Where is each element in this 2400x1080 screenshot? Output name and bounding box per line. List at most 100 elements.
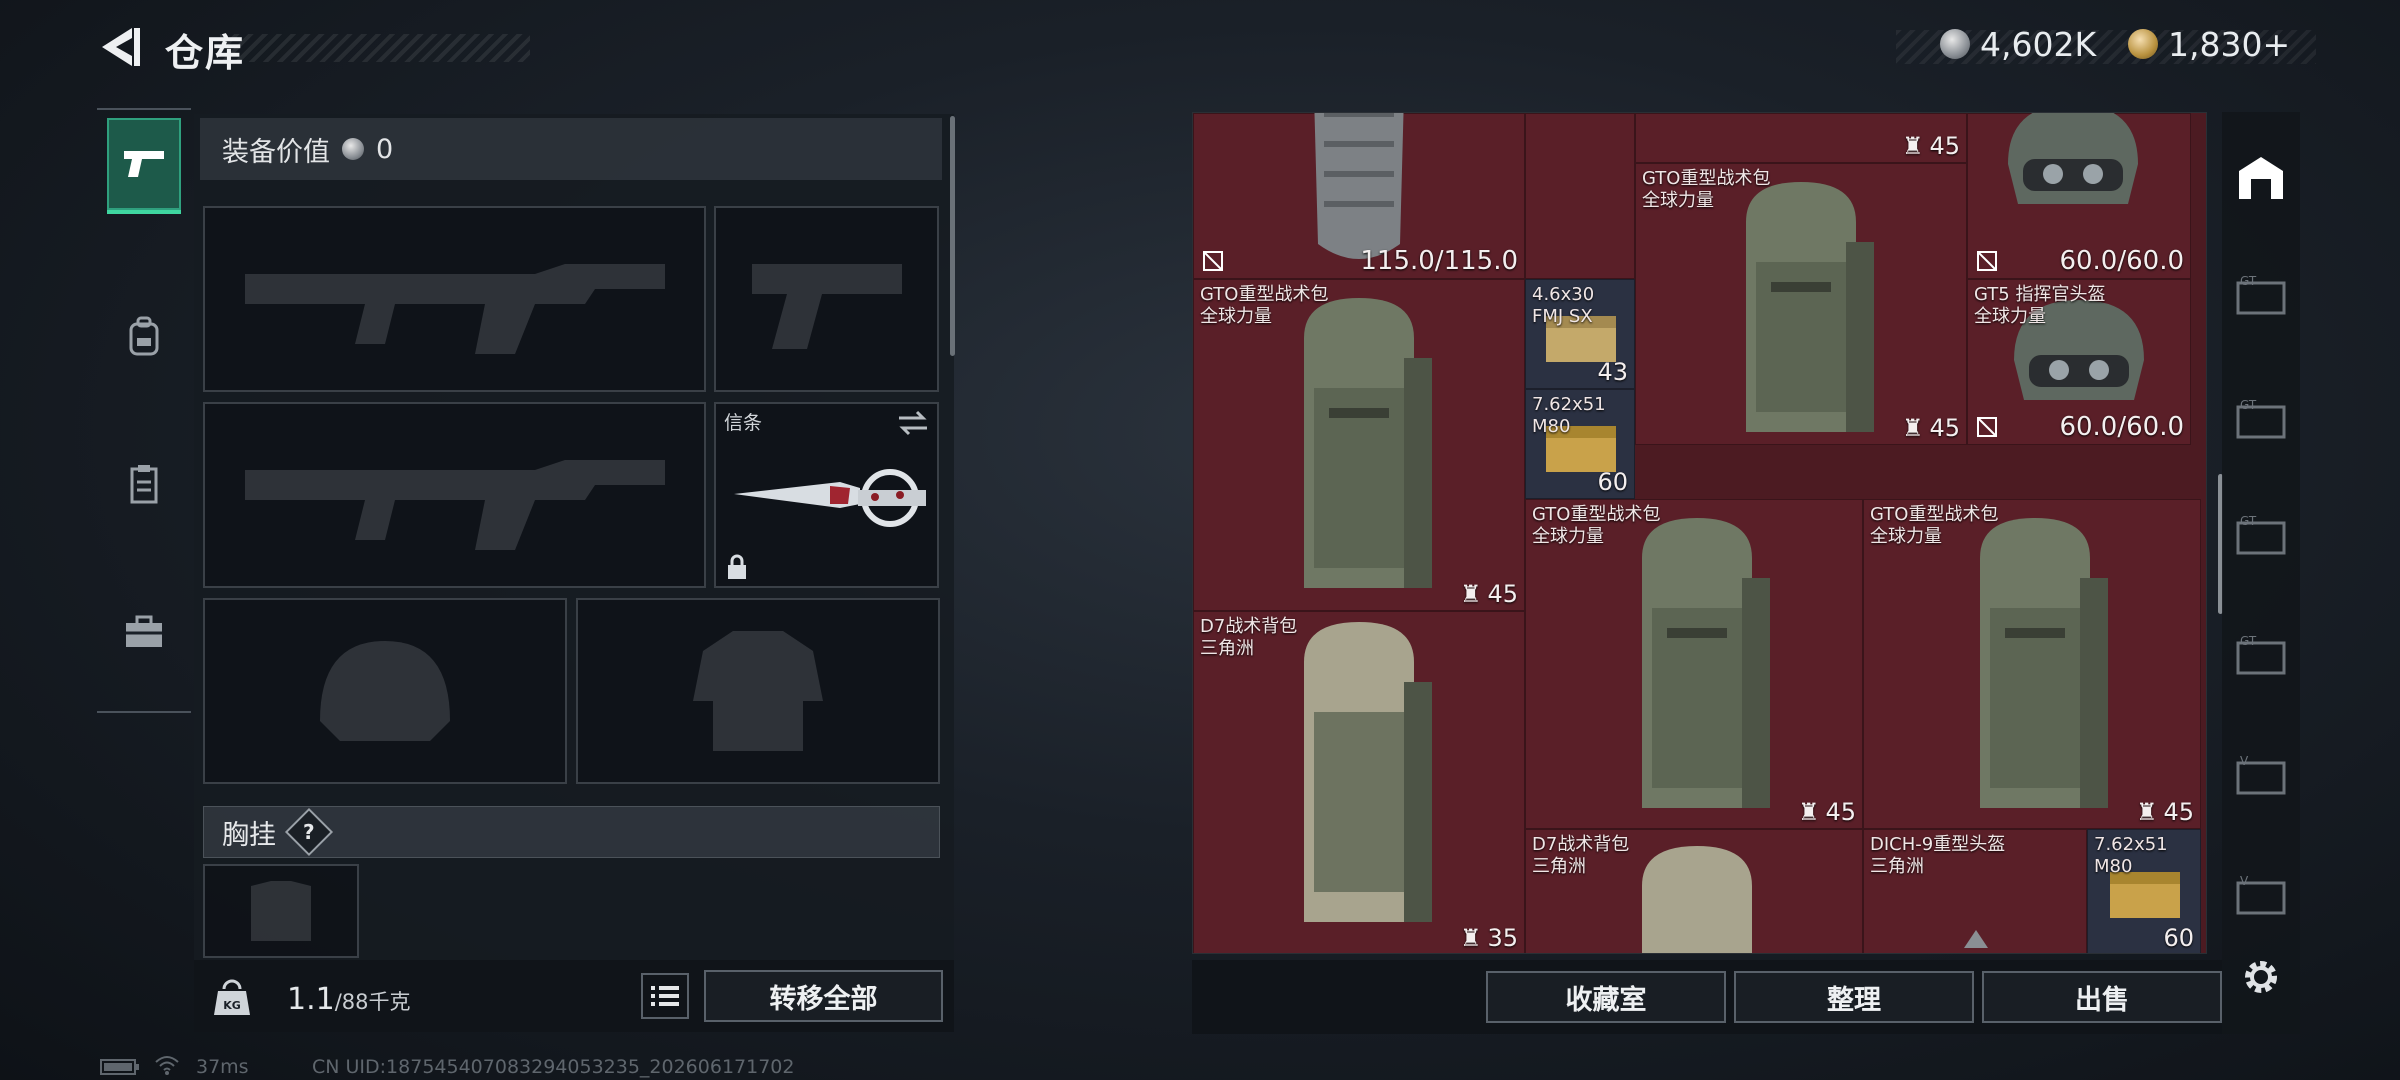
silver-currency[interactable]: 4,602K bbox=[1940, 24, 2096, 64]
backpack-icon bbox=[1642, 518, 1770, 808]
tab-weapons[interactable] bbox=[107, 118, 181, 214]
bag-capacity-icon: ♜ bbox=[1459, 924, 1482, 952]
capacity: ♜ 45 bbox=[1901, 132, 1960, 160]
title-decoration bbox=[220, 34, 530, 62]
page-title: 仓库 bbox=[165, 31, 246, 75]
grid-item-helmet-top[interactable]: 60.0/60.0 bbox=[1967, 113, 2191, 279]
clipboard-icon bbox=[130, 465, 158, 504]
grid-item-helmet-gt5[interactable]: GT5 指挥官头盔 全球力量 60.0/60.0 bbox=[1967, 279, 2191, 445]
warehouse-icon bbox=[2239, 157, 2283, 199]
durability: 115.0/115.0 bbox=[1360, 246, 1518, 276]
capacity: ♜ 45 bbox=[1901, 414, 1960, 442]
svg-text:GT: GT bbox=[2240, 634, 2257, 648]
grid-item-bag-c[interactable]: GTO重型战术包 全球力量 ♜ 45 bbox=[1525, 499, 1863, 829]
crate-icon: V bbox=[2236, 754, 2286, 795]
no-repair-icon bbox=[1977, 417, 1997, 437]
equip-value: 0 bbox=[376, 133, 394, 165]
backpack-icon bbox=[1304, 622, 1432, 922]
armor-slot[interactable] bbox=[576, 598, 940, 784]
secondary-weapon-slot[interactable] bbox=[203, 402, 706, 588]
item-name: 7.62x51 M80 bbox=[1532, 394, 1606, 437]
helmet-icon bbox=[2008, 113, 2138, 204]
capacity: ♜ 45 bbox=[1797, 798, 1856, 826]
item-name: D7战术背包 三角洲 bbox=[1532, 834, 1630, 877]
silver-amount: 4,602K bbox=[1980, 24, 2097, 64]
crate-icon: V bbox=[2236, 874, 2286, 915]
stash-page-3[interactable]: GT bbox=[2232, 506, 2290, 564]
gold-currency[interactable]: 1,830+ bbox=[2128, 24, 2290, 64]
backpack-icon bbox=[1642, 846, 1752, 953]
vest-silhouette-icon bbox=[205, 866, 357, 956]
scroll-up-icon[interactable] bbox=[1964, 930, 1988, 948]
grid-item-ammo-c[interactable]: 7.62x51 M80 60 bbox=[2087, 829, 2201, 953]
helmet-slot[interactable] bbox=[203, 598, 567, 784]
grid-item-ammo-a[interactable]: 4.6x30 FMJ SX 43 bbox=[1525, 279, 1635, 389]
helmet-silhouette-icon bbox=[205, 600, 565, 782]
pistol-silhouette-icon bbox=[716, 208, 937, 390]
list-view-button[interactable] bbox=[641, 973, 689, 1019]
item-name: GTO重型战术包 全球力量 bbox=[1642, 168, 1771, 211]
grid-item-dich-helmet[interactable]: DICH-9重型头盔 三角洲 bbox=[1863, 829, 2087, 953]
stash-home-button[interactable] bbox=[2232, 148, 2290, 206]
tab-items[interactable] bbox=[107, 586, 181, 678]
equip-value-label: 装备价值 bbox=[222, 136, 330, 168]
stash-page-2[interactable]: GT bbox=[2232, 390, 2290, 448]
bag-capacity-icon: ♜ bbox=[1797, 798, 1820, 826]
tab-gear[interactable] bbox=[107, 290, 181, 382]
item-name: GTO重型战术包 全球力量 bbox=[1532, 504, 1661, 547]
grid-item-bag-a[interactable]: GTO重型战术包 全球力量 ♜ 45 bbox=[1635, 163, 1967, 445]
ping-readout: 37ms bbox=[196, 1056, 249, 1078]
help-icon[interactable]: ? bbox=[284, 807, 334, 857]
collection-room-button[interactable]: 收藏室 bbox=[1486, 971, 1726, 1023]
durability: 60.0/60.0 bbox=[2059, 412, 2184, 442]
chest-rig-slot[interactable] bbox=[203, 864, 359, 958]
grid-item-top-bag[interactable]: ♜ 45 bbox=[1635, 113, 1967, 163]
svg-text:GT: GT bbox=[2240, 514, 2257, 528]
grid-item-d7-b[interactable]: D7战术背包 三角洲 bbox=[1525, 829, 1863, 953]
svg-text:GT: GT bbox=[2240, 274, 2257, 288]
stash-page-5[interactable]: V bbox=[2232, 746, 2290, 804]
stash-page-4[interactable]: GT bbox=[2232, 626, 2290, 684]
pistol-slot[interactable] bbox=[714, 206, 939, 392]
tab-consumables[interactable] bbox=[107, 438, 181, 530]
loadout-scrollbar[interactable] bbox=[950, 116, 955, 356]
grid-item-ammo-b[interactable]: 7.62x51 M80 60 bbox=[1525, 389, 1635, 499]
sell-button[interactable]: 出售 bbox=[1982, 971, 2222, 1023]
silver-coin-icon bbox=[1940, 29, 1970, 59]
backpack-icon bbox=[1980, 518, 2108, 808]
grid-item-vest[interactable]: 115.0/115.0 bbox=[1193, 113, 1525, 279]
weight-icon: KG bbox=[214, 979, 250, 1015]
equipment-value-bar: 装备价值 0 bbox=[200, 118, 942, 180]
rifle-silhouette-icon bbox=[205, 208, 704, 390]
item-name: 7.62x51 M80 bbox=[2094, 834, 2168, 877]
settings-button[interactable] bbox=[2232, 948, 2290, 1006]
crate-icon: GT bbox=[2236, 634, 2286, 675]
stash-page-1[interactable]: GT bbox=[2232, 266, 2290, 324]
back-button[interactable] bbox=[96, 24, 142, 70]
capacity: ♜ 35 bbox=[1459, 924, 1518, 952]
no-repair-icon bbox=[1977, 251, 1997, 271]
svg-text:KG: KG bbox=[223, 999, 241, 1012]
stack-count: 60 bbox=[1597, 468, 1628, 496]
transfer-all-button[interactable]: 转移全部 bbox=[704, 970, 943, 1022]
swap-icon[interactable] bbox=[897, 410, 929, 436]
stash-grid: 115.0/115.0 ♜ 45 60.0/60.0 GTO重型战术包 全球力量 ♜… bbox=[1192, 112, 2207, 954]
sort-button[interactable]: 整理 bbox=[1734, 971, 1974, 1023]
svg-text:V: V bbox=[2240, 754, 2249, 768]
item-name: GT5 指挥官头盔 全球力量 bbox=[1974, 284, 2106, 327]
durability: 60.0/60.0 bbox=[2059, 246, 2184, 276]
chest-rig-header: 胸挂 ? bbox=[203, 806, 940, 858]
bag-capacity-icon: ♜ bbox=[2135, 798, 2158, 826]
primary-weapon-slot[interactable] bbox=[203, 206, 706, 392]
grid-item-d7-a[interactable]: D7战术背包 三角洲 ♜ 35 bbox=[1193, 611, 1525, 953]
grid-empty-cell[interactable] bbox=[1525, 113, 1635, 279]
grid-item-bag-b[interactable]: GTO重型战术包 全球力量 ♜ 45 bbox=[1193, 279, 1525, 611]
armor-silhouette-icon bbox=[578, 600, 938, 782]
battery-icon bbox=[100, 1059, 139, 1075]
backpack-icon bbox=[1746, 182, 1874, 432]
grid-item-bag-d[interactable]: GTO重型战术包 全球力量 ♜ 45 bbox=[1863, 499, 2201, 829]
list-icon bbox=[651, 986, 679, 1006]
melee-slot[interactable]: 信条 bbox=[714, 402, 939, 588]
crate-icon: GT bbox=[2236, 398, 2286, 439]
stash-page-6[interactable]: V bbox=[2232, 866, 2290, 924]
